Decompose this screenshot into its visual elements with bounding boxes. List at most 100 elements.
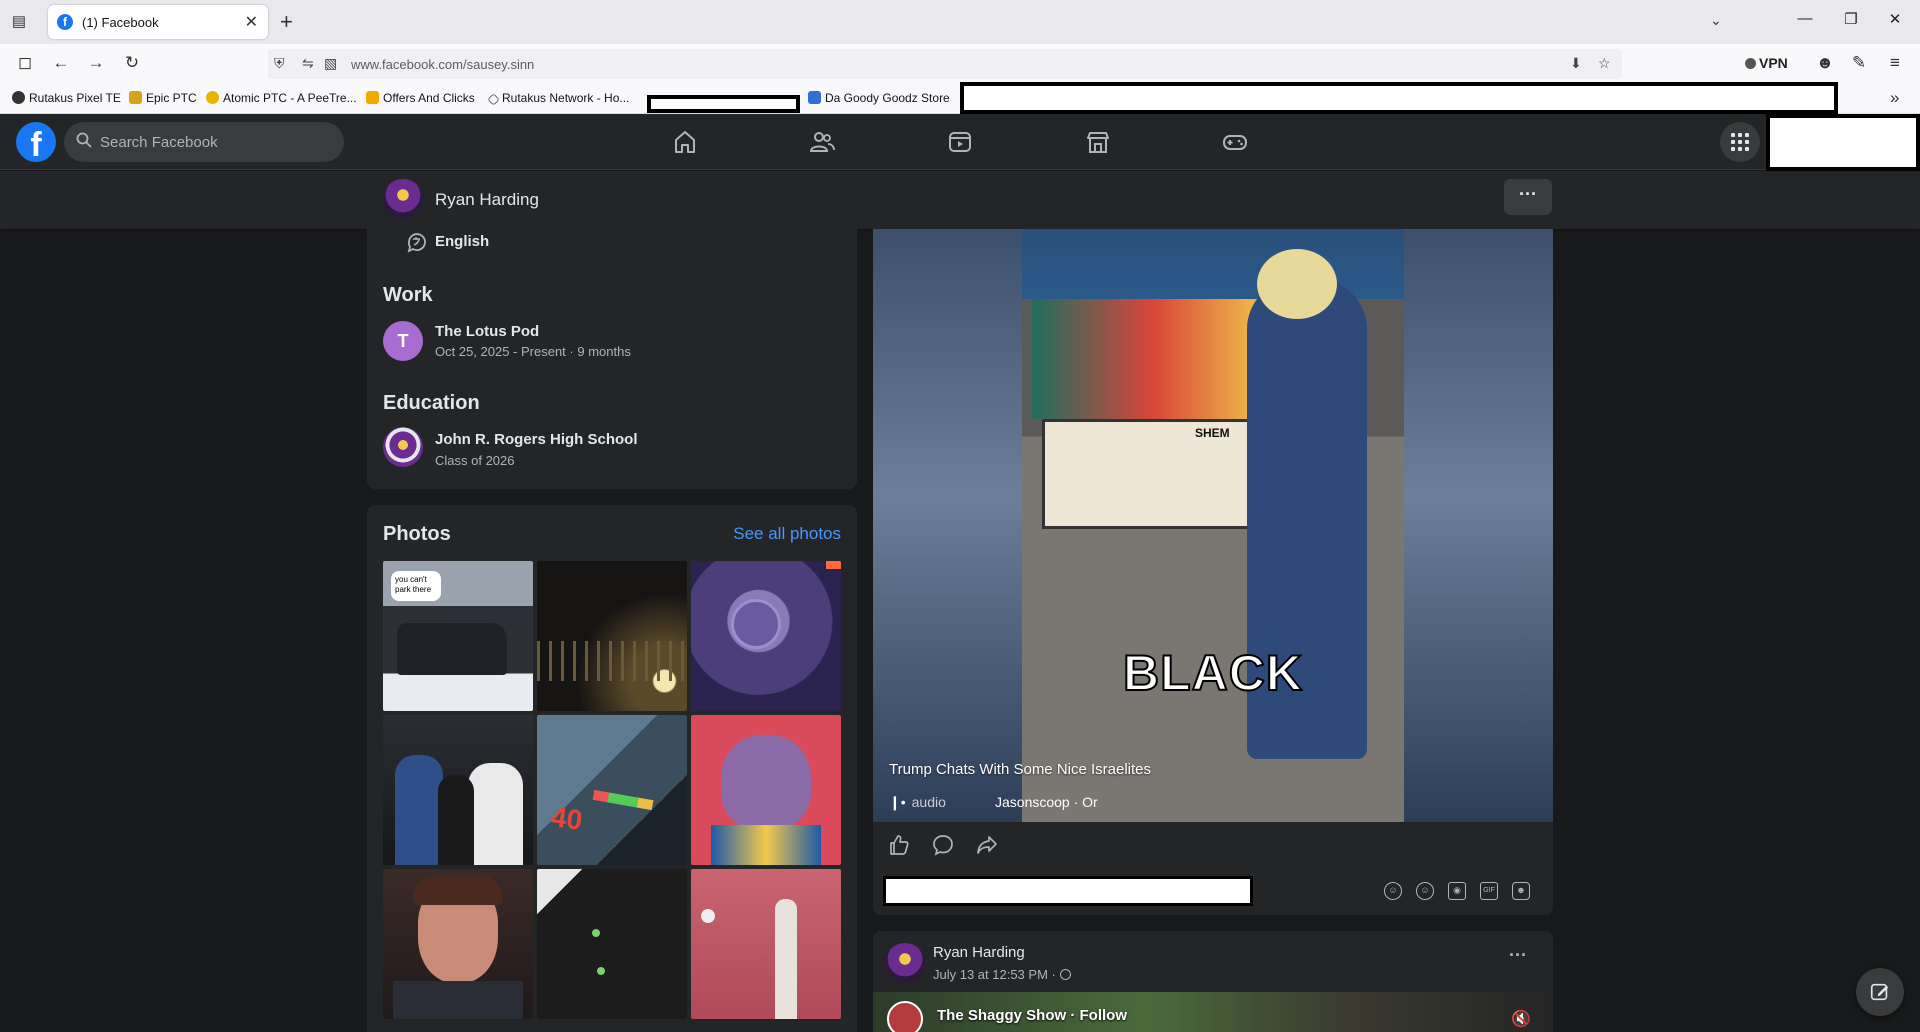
bookmark-favicon-icon: [206, 91, 219, 104]
sidebar-toggle-icon[interactable]: ◻: [14, 53, 36, 73]
bookmark-star-icon[interactable]: ☆: [1598, 55, 1611, 72]
camera-icon[interactable]: ◉: [1448, 882, 1466, 900]
minimize-icon[interactable]: —: [1795, 10, 1815, 27]
new-tab-icon[interactable]: +: [280, 9, 293, 35]
mute-icon[interactable]: 🔇: [1511, 1009, 1531, 1029]
search-input[interactable]: Search Facebook: [64, 122, 344, 162]
bookmark-item[interactable]: Offers And Clicks: [366, 91, 475, 105]
man-portrait-photo[interactable]: [383, 869, 533, 1019]
comment-icon[interactable]: [931, 833, 955, 857]
profile-name[interactable]: Ryan Harding: [435, 190, 539, 210]
friends-icon[interactable]: [808, 128, 836, 156]
post-author[interactable]: Ryan Harding: [933, 944, 1025, 961]
plush-toys-photo[interactable]: [691, 561, 841, 711]
gaming-icon[interactable]: [1221, 128, 1249, 156]
reel-audio-row[interactable]: ❙• audio Jasonscoop · Or: [889, 794, 1098, 811]
work-logo[interactable]: T: [383, 321, 423, 361]
character-shape: [721, 735, 811, 830]
address-bar[interactable]: ⛨ ⇋ ▧ www.facebook.com/sausey.sinn ⬇ ☆: [268, 49, 1622, 79]
menu-grid-button[interactable]: [1720, 122, 1760, 162]
permissions-icon[interactable]: ⇋: [302, 55, 314, 72]
photo-overlay-text: park there: [395, 585, 432, 594]
post-more-icon[interactable]: ···: [1509, 945, 1527, 966]
tab-overflow-chevron-icon[interactable]: ⌄: [1710, 12, 1722, 29]
education-title[interactable]: John R. Rogers High School: [435, 431, 638, 448]
bookmark-label: Atomic PTC - A PeeTre...: [223, 91, 357, 105]
reel-media[interactable]: SHEM BLACK Trump Chats With Some Nice Is…: [873, 229, 1553, 822]
more-options-button[interactable]: ···: [1504, 179, 1552, 215]
video-icon[interactable]: [946, 128, 974, 156]
facebook-header: f Search Facebook: [0, 114, 1920, 171]
redaction-box: [1766, 114, 1920, 171]
banner-shape: [1032, 299, 1272, 419]
bookmark-item[interactable]: Rutakus Network - Ho...: [487, 91, 630, 106]
pink-room-photo[interactable]: [691, 869, 841, 1019]
save-to-pocket-icon[interactable]: ⬇: [1570, 55, 1582, 72]
see-all-photos-link[interactable]: See all photos: [733, 524, 841, 544]
tracking-shield-icon[interactable]: ⛨: [274, 55, 285, 72]
avatar[interactable]: [383, 179, 423, 219]
education-heading: Education: [383, 392, 480, 414]
school-logo[interactable]: [383, 427, 423, 467]
bookmark-item[interactable]: Rutakus Pixel TE: [12, 91, 121, 105]
emoji-icon[interactable]: ☺: [1416, 882, 1434, 900]
post-time[interactable]: July 13 at 12:53 PM ·: [933, 967, 1071, 982]
friends-group-photo[interactable]: [383, 715, 533, 865]
extensions-icon[interactable]: ✎: [1848, 53, 1870, 73]
audio-wave-icon: ❙•: [889, 794, 906, 810]
photos-grid: you can't park there 40: [383, 561, 841, 1019]
account-icon[interactable]: ☻: [1814, 53, 1836, 73]
bookmarks-overflow-icon[interactable]: »: [1890, 88, 1899, 108]
redaction-box[interactable]: [883, 876, 1253, 906]
restore-icon[interactable]: ❐: [1841, 10, 1861, 28]
game-screen-photo[interactable]: 40: [537, 715, 687, 865]
reel-creator[interactable]: Jasonscoop · Or: [995, 794, 1098, 810]
reload-icon[interactable]: ↻: [121, 53, 143, 73]
sticker-icon[interactable]: ☻: [1512, 882, 1530, 900]
back-icon[interactable]: ←: [50, 53, 72, 73]
fence-shape: [537, 641, 687, 681]
shared-page-name[interactable]: The Shaggy Show · Follow: [937, 1007, 1127, 1024]
like-icon[interactable]: [887, 833, 911, 857]
plush-bear-shape: [731, 599, 781, 649]
comment-composer: ☺ ☺ ◉ GIF ☻: [873, 868, 1553, 915]
reel-overlay-word: BLACK: [1122, 644, 1303, 702]
marketplace-icon[interactable]: [1084, 128, 1112, 156]
avatar[interactable]: [885, 943, 925, 983]
new-message-button[interactable]: [1856, 968, 1904, 1016]
bookmark-label: Rutakus Network - Ho...: [502, 91, 630, 105]
browser-nav-bar: ◻ ← → ↻ ⛨ ⇋ ▧ www.facebook.com/sausey.si…: [0, 44, 1920, 84]
figure-shape: [775, 899, 797, 1019]
browser-tab[interactable]: f (1) Facebook ✕: [48, 5, 268, 39]
tab-close-icon[interactable]: ✕: [245, 12, 258, 32]
avatar-sticker-icon[interactable]: ☺: [1384, 882, 1402, 900]
home-icon[interactable]: [671, 128, 699, 156]
language-value: English: [435, 233, 490, 250]
bookmark-label: Rutakus Pixel TE: [29, 91, 121, 105]
bookmark-favicon-icon: [487, 93, 500, 106]
work-heading: Work: [383, 284, 433, 306]
bookmark-item[interactable]: Da Goody Goodz Store: [808, 91, 950, 105]
no-notifications-icon[interactable]: ▧: [324, 55, 337, 72]
bookmark-favicon-icon: [366, 91, 379, 104]
url-text[interactable]: www.facebook.com/sausey.sinn: [351, 57, 534, 72]
menu-icon[interactable]: ≡: [1884, 53, 1906, 73]
bookmark-label: Da Goody Goodz Store: [825, 91, 950, 105]
share-icon[interactable]: [975, 833, 999, 857]
cartoon-cat-god-photo[interactable]: [691, 715, 841, 865]
reel-video[interactable]: SHEM BLACK: [1022, 229, 1404, 822]
facebook-logo-icon[interactable]: f: [16, 122, 56, 164]
forward-icon[interactable]: →: [85, 53, 107, 73]
suv-in-snow-photo[interactable]: you can't park there: [383, 561, 533, 711]
page-avatar[interactable]: [887, 1001, 923, 1032]
vpn-button[interactable]: VPN: [1745, 55, 1788, 71]
bookmark-item[interactable]: Epic PTC: [129, 91, 197, 105]
tab-list-icon[interactable]: ▤: [8, 12, 30, 32]
gif-icon[interactable]: GIF: [1480, 882, 1498, 900]
bookmarks-bar: Rutakus Pixel TE Epic PTC Atomic PTC - A…: [0, 82, 1920, 114]
black-cat-photo[interactable]: [537, 869, 687, 1019]
bookmark-item[interactable]: Atomic PTC - A PeeTre...: [206, 91, 357, 105]
window-close-icon[interactable]: ✕: [1885, 10, 1905, 28]
night-fence-photo[interactable]: [537, 561, 687, 711]
work-title[interactable]: The Lotus Pod: [435, 323, 539, 340]
